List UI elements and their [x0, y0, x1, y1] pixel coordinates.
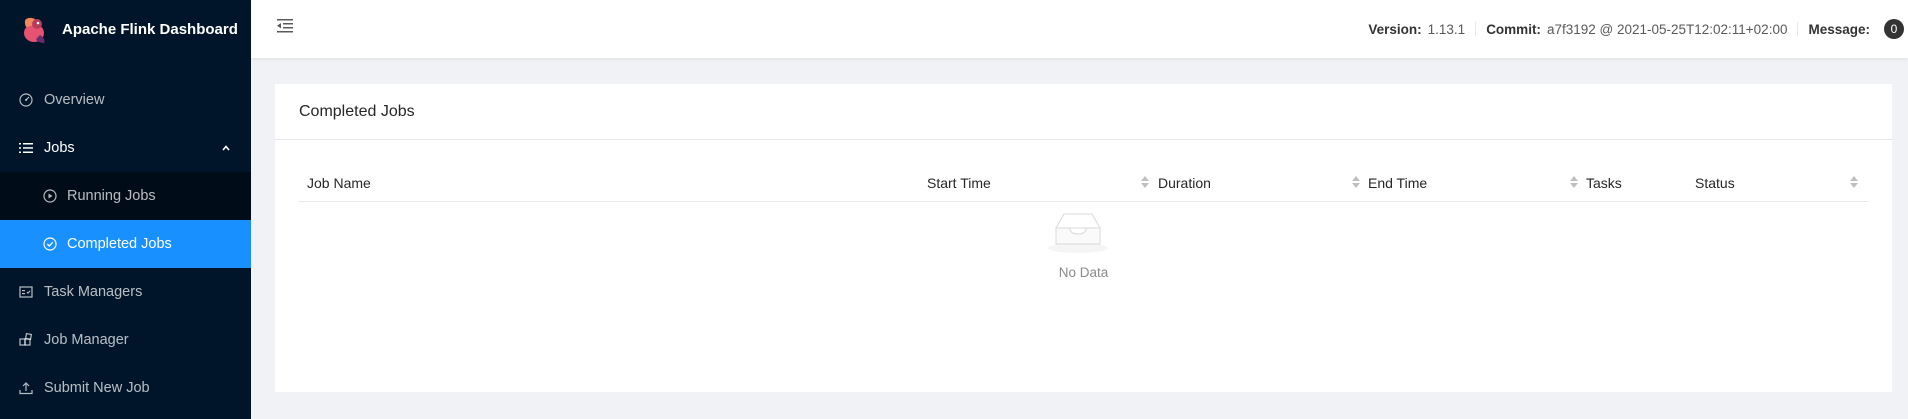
commit-label: Commit: [1486, 21, 1541, 37]
sort-icon[interactable] [1141, 176, 1149, 188]
sort-icon[interactable] [1850, 176, 1858, 188]
sidebar-item-submit-new-job[interactable]: Submit New Job [0, 364, 251, 412]
empty-inbox-icon [1046, 210, 1110, 259]
column-header-status[interactable]: Status [1687, 164, 1735, 202]
column-header-start-time[interactable]: Start Time [919, 164, 991, 202]
column-header-job-name: Job Name [307, 175, 371, 191]
app-title: Apache Flink Dashboard [62, 20, 238, 38]
sidebar-item-label: Running Jobs [67, 188, 156, 204]
table-header: Job Name Start Time Duration End Time Ta… [299, 164, 1868, 202]
column-header-tasks: Tasks [1586, 175, 1622, 191]
sidebar-item-job-manager[interactable]: Job Manager [0, 316, 251, 364]
divider [1797, 22, 1799, 36]
list-icon [18, 140, 34, 156]
completed-jobs-card: Completed Jobs Job Name Start Time Durat… [275, 84, 1892, 392]
sidebar-menu: Overview Jobs Running Jobs Completed Job… [0, 76, 251, 412]
sidebar-item-task-managers[interactable]: Task Managers [0, 268, 251, 316]
chevron-up-icon [221, 141, 231, 157]
schedule-icon [18, 284, 34, 300]
dashboard-icon [18, 92, 34, 108]
sort-icon[interactable] [1352, 176, 1360, 188]
message-label[interactable]: Message: [1808, 22, 1870, 37]
jobs-table: Job Name Start Time Duration End Time Ta… [299, 164, 1868, 280]
check-circle-icon [42, 236, 58, 252]
flink-squirrel-logo-icon [18, 13, 50, 45]
sidebar-item-label: Completed Jobs [67, 236, 172, 252]
message-count-badge[interactable]: 0 [1884, 19, 1904, 39]
sidebar-item-label: Submit New Job [44, 380, 150, 396]
upload-icon [18, 380, 34, 396]
jobs-submenu: Running Jobs Completed Jobs [0, 172, 251, 268]
play-circle-icon [42, 188, 58, 204]
menu-fold-icon[interactable] [276, 17, 294, 35]
build-icon [18, 332, 34, 348]
sidebar-item-label: Jobs [44, 140, 75, 156]
commit-value: a7f3192 @ 2021-05-25T12:02:11+02:00 [1546, 21, 1788, 37]
empty-text: No Data [1058, 265, 1109, 280]
header-info: Version: 1.13.1 Commit: a7f3192 @ 2021-0… [1368, 0, 1904, 58]
top-header: Version: 1.13.1 Commit: a7f3192 @ 2021-0… [251, 0, 1908, 58]
sidebar-item-label: Task Managers [44, 284, 143, 300]
sidebar-item-jobs[interactable]: Jobs [0, 124, 251, 172]
version-label: Version: [1368, 21, 1422, 37]
sidebar: Apache Flink Dashboard Overview Jobs Run… [0, 0, 251, 419]
sidebar-item-label: Job Manager [44, 332, 129, 348]
logo[interactable]: Apache Flink Dashboard [0, 0, 251, 58]
divider [1475, 22, 1477, 36]
sidebar-item-overview[interactable]: Overview [0, 76, 251, 124]
card-title: Completed Jobs [275, 84, 1892, 140]
sidebar-item-completed-jobs[interactable]: Completed Jobs [0, 220, 251, 268]
column-header-end-time[interactable]: End Time [1360, 164, 1427, 202]
sort-icon[interactable] [1570, 176, 1578, 188]
sidebar-item-running-jobs[interactable]: Running Jobs [0, 172, 251, 220]
column-header-duration[interactable]: Duration [1150, 164, 1211, 202]
sidebar-item-label: Overview [44, 92, 105, 108]
version-value: 1.13.1 [1427, 21, 1466, 37]
